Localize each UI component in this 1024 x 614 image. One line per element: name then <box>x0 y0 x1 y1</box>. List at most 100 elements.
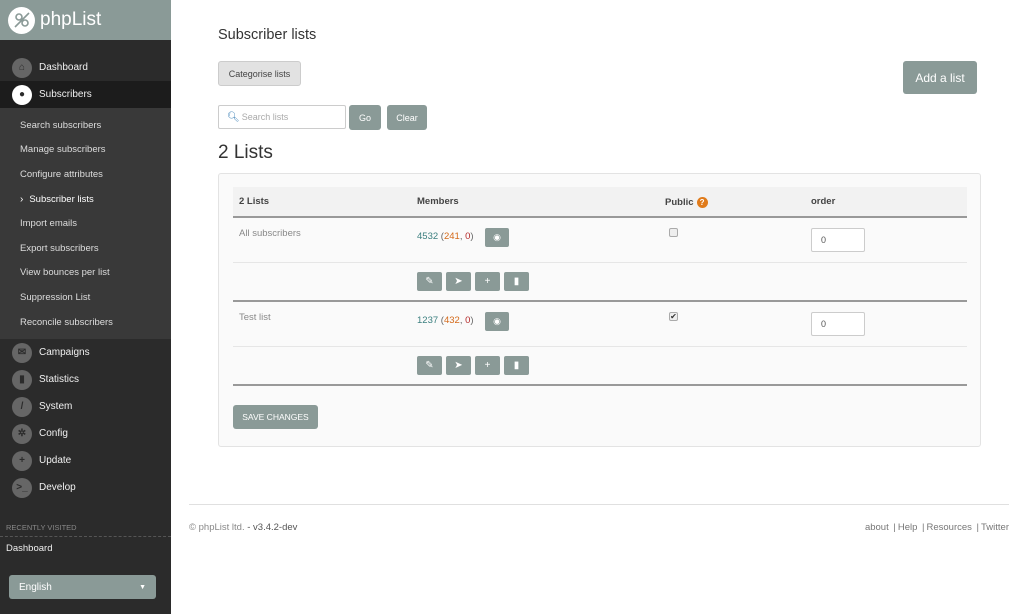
members-total: 1237 <box>417 315 439 326</box>
add-list-button[interactable]: Add a list <box>903 61 977 94</box>
subnav-suppression-list[interactable]: Suppression List <box>0 285 171 310</box>
members-count: 4532 (241, 0) <box>417 231 474 242</box>
public-checkbox[interactable]: ✔ <box>669 312 678 321</box>
plus-icon: + <box>484 360 491 371</box>
table-header: 2 Lists Members Public? order <box>233 187 967 218</box>
eye-icon: ◉ <box>493 316 501 326</box>
public-checkbox[interactable] <box>669 228 678 237</box>
save-changes-button[interactable]: SAVE CHANGES <box>233 405 318 429</box>
view-members-button[interactable]: ◉ <box>485 312 509 331</box>
header-order: order <box>811 196 836 207</box>
phplist-logo-icon <box>8 6 35 34</box>
nav-label: System <box>39 401 73 413</box>
edit-button[interactable]: ✎ <box>417 356 442 375</box>
list-name[interactable]: All subscribers <box>239 228 301 239</box>
search-placeholder: Search lists <box>241 112 289 122</box>
members-unconfirmed: 432 <box>443 315 460 326</box>
nav-item-config[interactable]: ✲ Config <box>0 420 171 447</box>
order-input[interactable]: 0 <box>811 312 865 336</box>
nav-item-develop[interactable]: >_ Develop <box>0 474 171 501</box>
language-select[interactable]: English ▼ <box>9 575 156 599</box>
header-public: Public? <box>665 197 708 208</box>
recent-item-dashboard[interactable]: Dashboard <box>0 537 171 560</box>
members-count: 1237 (432, 0) <box>417 315 474 326</box>
main-content: Subscriber lists Categorise lists Add a … <box>171 0 1024 614</box>
go-button[interactable]: Go <box>349 105 381 130</box>
subnav-export-subscribers[interactable]: Export subscribers <box>0 236 171 261</box>
trash-icon: ▮ <box>513 276 520 287</box>
plus-icon: + <box>484 276 491 287</box>
clear-button[interactable]: Clear <box>387 105 427 130</box>
search-lists-input[interactable]: 🔍︎ Search lists <box>218 105 346 129</box>
footer-link-twitter[interactable]: Twitter <box>981 522 1009 533</box>
gear-icon: ✲ <box>12 423 32 444</box>
delete-button[interactable]: ▮ <box>504 272 529 291</box>
header-name: 2 Lists <box>239 196 270 207</box>
header-public-label: Public <box>665 197 694 208</box>
add-subscribers-button[interactable]: + <box>475 272 500 291</box>
order-input[interactable]: 0 <box>811 228 865 252</box>
send-button[interactable]: ➤ <box>446 272 471 291</box>
edit-button[interactable]: ✎ <box>417 272 442 291</box>
row-actions: ✎ ➤ + ▮ <box>417 356 529 375</box>
nav-label: Config <box>39 428 68 440</box>
help-icon[interactable]: ? <box>696 197 708 208</box>
subnav-subscriber-lists[interactable]: › Subscriber lists <box>0 187 171 212</box>
row-actions: ✎ ➤ + ▮ <box>417 272 529 291</box>
header-members: Members <box>417 196 459 207</box>
main-nav: ⌂ Dashboard ● Subscribers Search subscri… <box>0 40 171 501</box>
plus-icon: + <box>12 450 32 471</box>
nav-label: Dashboard <box>39 62 88 73</box>
subnav-import-emails[interactable]: Import emails <box>0 211 171 236</box>
wrench-icon: / <box>12 396 32 417</box>
footer-link-help[interactable]: Help <box>898 522 918 533</box>
caret-down-icon: ▼ <box>139 583 146 591</box>
nav-item-system[interactable]: / System <box>0 393 171 420</box>
subnav-view-bounces[interactable]: View bounces per list <box>0 261 171 286</box>
footer-link-about[interactable]: about <box>865 522 889 533</box>
members-unconfirmed: 241 <box>443 231 460 242</box>
chevron-right-icon: › <box>20 193 24 205</box>
send-icon: ➤ <box>454 360 463 371</box>
nav-item-dashboard[interactable]: ⌂ Dashboard <box>0 54 171 81</box>
sidebar: phpList ⌂ Dashboard ● Subscribers Search… <box>0 0 171 614</box>
footer-link-resources[interactable]: Resources <box>926 522 971 533</box>
nav-label: Subscribers <box>39 89 92 100</box>
copyright-link[interactable]: © phpList ltd. <box>189 522 245 533</box>
user-icon: ● <box>12 84 32 105</box>
categorise-lists-button[interactable]: Categorise lists <box>218 61 301 86</box>
app-name: phpList <box>40 9 102 30</box>
recently-visited-heading: RECENTLY VISITED <box>0 523 171 538</box>
nav-item-statistics[interactable]: ▮ Statistics <box>0 366 171 393</box>
subnav-reconcile-subscribers[interactable]: Reconcile subscribers <box>0 310 171 335</box>
page-title: Subscriber lists <box>218 27 317 43</box>
logo[interactable]: phpList <box>0 0 171 40</box>
version-text: - v3.4.2-dev <box>247 522 298 533</box>
delete-button[interactable]: ▮ <box>504 356 529 375</box>
members-total: 4532 <box>417 231 439 242</box>
eye-icon: ◉ <box>493 232 501 242</box>
view-members-button[interactable]: ◉ <box>485 228 509 247</box>
nav-label: Campaigns <box>39 347 90 359</box>
subnav-manage-subscribers[interactable]: Manage subscribers <box>0 138 171 163</box>
search-icon: 🔍︎ <box>227 111 240 123</box>
subnav-search-subscribers[interactable]: Search subscribers <box>0 113 171 138</box>
add-subscribers-button[interactable]: + <box>475 356 500 375</box>
footer-links: about | Help | Resources | Twitter <box>864 522 1009 533</box>
subnav-label: Subscriber lists <box>29 193 94 205</box>
send-button[interactable]: ➤ <box>446 356 471 375</box>
nav-label: Update <box>39 455 72 467</box>
nav-label: Statistics <box>39 374 80 386</box>
subnav-configure-attributes[interactable]: Configure attributes <box>0 162 171 187</box>
footer-divider <box>189 504 1009 505</box>
list-count-heading: 2 Lists <box>218 142 273 163</box>
nav-item-subscribers[interactable]: ● Subscribers <box>0 81 171 108</box>
language-value: English <box>19 581 52 593</box>
envelope-icon: ✉ <box>12 342 32 363</box>
table-row: Test list 1237 (432, 0) ◉ ✔ 0 <box>233 302 967 347</box>
bar-chart-icon: ▮ <box>12 369 32 390</box>
home-icon: ⌂ <box>12 57 32 78</box>
nav-item-campaigns[interactable]: ✉ Campaigns <box>0 339 171 366</box>
nav-item-update[interactable]: + Update <box>0 447 171 474</box>
list-name[interactable]: Test list <box>239 312 271 323</box>
